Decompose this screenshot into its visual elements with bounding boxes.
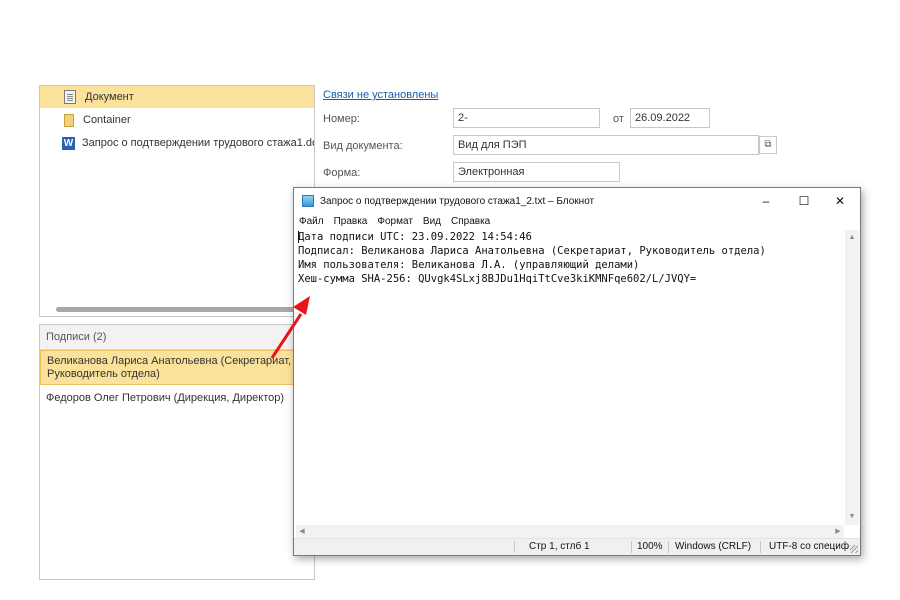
arrow-head-icon — [293, 296, 310, 315]
arrow-shaft — [270, 313, 303, 359]
annotation-arrow-layer — [270, 296, 310, 359]
